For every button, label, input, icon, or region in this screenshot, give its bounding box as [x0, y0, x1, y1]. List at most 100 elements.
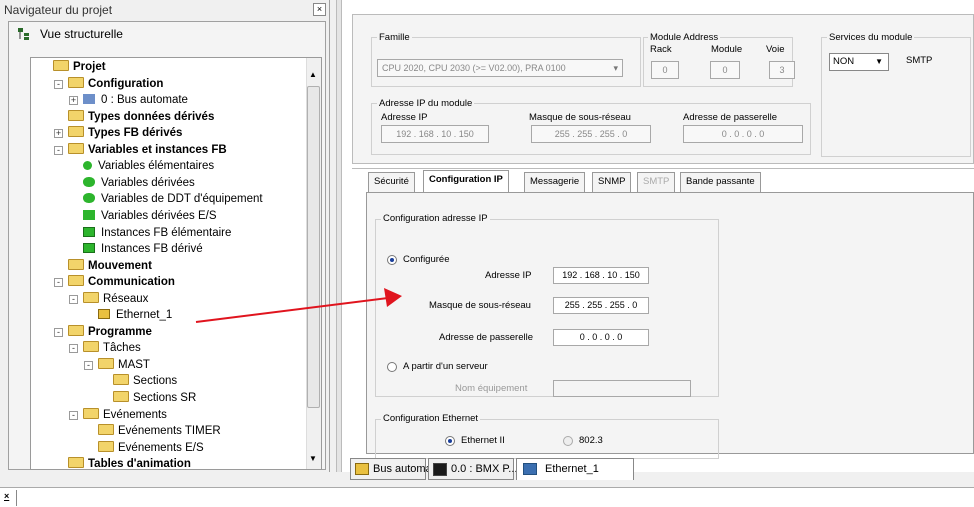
collapse-icon[interactable]: -: [69, 344, 78, 354]
tree-item-variables-élémentaires[interactable]: Variables élémentaires: [83, 159, 214, 174]
folder-icon: [53, 60, 69, 71]
tree-item-mast[interactable]: MAST: [98, 357, 150, 373]
configured-radio[interactable]: [387, 255, 397, 265]
status-close-icon[interactable]: ×: [4, 491, 9, 501]
tree-item-mouvement[interactable]: Mouvement: [68, 258, 152, 274]
ip-group-label: Adresse IP du module: [377, 98, 475, 109]
variable-icon: [83, 176, 95, 187]
tree-item-t-ches[interactable]: Tâches: [83, 341, 141, 356]
server-radio[interactable]: [387, 362, 397, 372]
tree-item-label: Sections: [133, 375, 178, 388]
tab-snmp[interactable]: SNMP: [592, 172, 632, 192]
tree-item-instances-fb-dérivé[interactable]: Instances FB dérivé: [83, 242, 203, 257]
tree-item-variables-dérivées-e-s[interactable]: Variables dérivées E/S: [83, 209, 216, 224]
folder-icon: [83, 407, 99, 419]
scroll-down-icon[interactable]: ▼: [309, 454, 317, 463]
collapse-icon[interactable]: -: [54, 79, 63, 89]
gateway-label: Adresse de passerelle: [683, 112, 777, 123]
tree-item-programme[interactable]: Programme: [68, 324, 152, 340]
bottom-tab-ethernet[interactable]: Ethernet_1: [516, 458, 634, 480]
server-label: A partir d'un serveur: [403, 361, 488, 372]
tree-item-evénements-e-s[interactable]: Evénements E/S: [98, 440, 204, 456]
tab-securite[interactable]: Sécurité: [368, 172, 415, 192]
splitter[interactable]: [336, 0, 342, 472]
collapse-icon[interactable]: -: [54, 327, 63, 337]
collapse-icon[interactable]: -: [69, 410, 78, 420]
tree-item-communication[interactable]: Communication: [68, 275, 175, 290]
tree-item-variables-de-ddt-d-équipement[interactable]: Variables de DDT d'équipement: [83, 192, 263, 207]
device-name-input[interactable]: [553, 380, 691, 397]
ethernet2-radio[interactable]: [445, 436, 455, 446]
tree-item-sections[interactable]: Sections: [113, 374, 177, 389]
tab-messagerie[interactable]: Messagerie: [524, 172, 586, 192]
tree-item-evénements[interactable]: Evénements: [83, 407, 167, 423]
bottom-tab-bmx[interactable]: 0.0 : BMX P...: [428, 458, 517, 480]
tree-item-sections-sr[interactable]: Sections SR: [113, 391, 196, 406]
tree-item-configuration[interactable]: Configuration: [68, 76, 164, 92]
folder-icon: [83, 341, 99, 353]
services-label: Services du module: [827, 32, 915, 43]
module-gateway-field: 0 . 0 . 0 . 0: [683, 125, 803, 143]
config-mask-input[interactable]: 255 . 255 . 255 . 0: [553, 297, 649, 314]
tree-item-label: Variables dérivées: [101, 176, 195, 189]
tree-item-label: Projet: [73, 61, 106, 73]
expand-icon[interactable]: +: [54, 129, 63, 139]
config-ip-input[interactable]: 192 . 168 . 10 . 150: [553, 267, 649, 284]
tree-item-label: Configuration: [88, 77, 164, 90]
tree-item-types-données-dérivés[interactable]: Types données dérivés: [68, 109, 215, 125]
tree-item-types-fb-dérivés[interactable]: Types FB dérivés: [68, 126, 182, 141]
config-gateway-input[interactable]: 0 . 0 . 0 . 0: [553, 329, 649, 346]
collapse-icon[interactable]: -: [54, 278, 63, 288]
collapse-icon[interactable]: -: [54, 145, 63, 155]
tree-item-label: Mouvement: [88, 259, 152, 272]
module-mask-field: 255 . 255 . 255 . 0: [531, 125, 651, 143]
tree-item-ethernet-1[interactable]: Ethernet_1: [98, 308, 172, 323]
tree-item-label: Variables élémentaires: [98, 160, 215, 173]
close-icon[interactable]: ×: [313, 3, 326, 16]
famille-label: Famille: [377, 32, 412, 43]
folder-icon: [68, 258, 84, 270]
tree-item-label: Evénements TIMER: [118, 425, 221, 438]
folder-icon: [68, 76, 84, 88]
tab-configuration-ip[interactable]: Configuration IP: [423, 170, 509, 192]
collapse-icon[interactable]: -: [84, 360, 93, 370]
module-label: Module: [711, 44, 743, 55]
ethernet2-label: Ethernet II: [461, 435, 505, 446]
folder-icon: [98, 424, 114, 436]
tree-item-projet[interactable]: Projet: [53, 60, 106, 75]
folder-icon: [68, 457, 84, 469]
voie-field: 3: [769, 61, 795, 79]
tab-bande-passante[interactable]: Bande passante: [680, 172, 761, 192]
ethernet8023-label: 802.3: [579, 435, 603, 446]
view-selector[interactable]: Vue structurelle: [10, 22, 310, 46]
tree-item-réseaux[interactable]: Réseaux: [83, 291, 148, 307]
folder-icon: [68, 126, 84, 138]
tree-item-variables-dérivées[interactable]: Variables dérivées: [83, 176, 195, 191]
ethernet8023-radio[interactable]: [563, 436, 573, 446]
tab-smtp[interactable]: SMTP: [637, 172, 676, 192]
collapse-icon[interactable]: -: [69, 294, 78, 304]
ip-config-group-label: Configuration adresse IP: [381, 213, 490, 224]
tree-item-instances-fb-élémentaire[interactable]: Instances FB élémentaire: [83, 226, 231, 241]
module-ip-field: 192 . 168 . 10 . 150: [381, 125, 489, 143]
tree-item-variables-et-instances-fb[interactable]: Variables et instances FB: [68, 142, 227, 158]
cpu-icon: [433, 463, 447, 476]
scrollbar-thumb[interactable]: [307, 86, 320, 408]
bus-icon: [83, 94, 95, 105]
scroll-up-icon[interactable]: ▲: [309, 70, 317, 79]
rack-field: 0: [651, 61, 679, 79]
project-tree[interactable]: Projet Configuration - 0 : Bus automate + Typ…: [30, 57, 322, 470]
fb-instance-icon: [83, 226, 95, 237]
tree-item-0-bus-automate[interactable]: 0 : Bus automate: [83, 93, 188, 108]
variable-icon: [83, 161, 92, 171]
tree-item-tables-d-animation[interactable]: Tables d'animation: [68, 457, 191, 469]
tree-item-evénements-timer[interactable]: Evénements TIMER: [98, 424, 221, 439]
tree-item-label: Types données dérivés: [88, 110, 215, 123]
expand-icon[interactable]: +: [69, 96, 78, 106]
services-select[interactable]: NON ▼: [829, 53, 889, 71]
folder-icon: [83, 291, 99, 303]
tree-item-label: Communication: [88, 276, 175, 289]
bottom-tab-bus-automate[interactable]: Bus automate: [350, 458, 441, 480]
famille-select[interactable]: CPU 2020, CPU 2030 (>= V02.00), PRA 0100…: [377, 59, 623, 77]
folder-icon: [113, 391, 129, 402]
